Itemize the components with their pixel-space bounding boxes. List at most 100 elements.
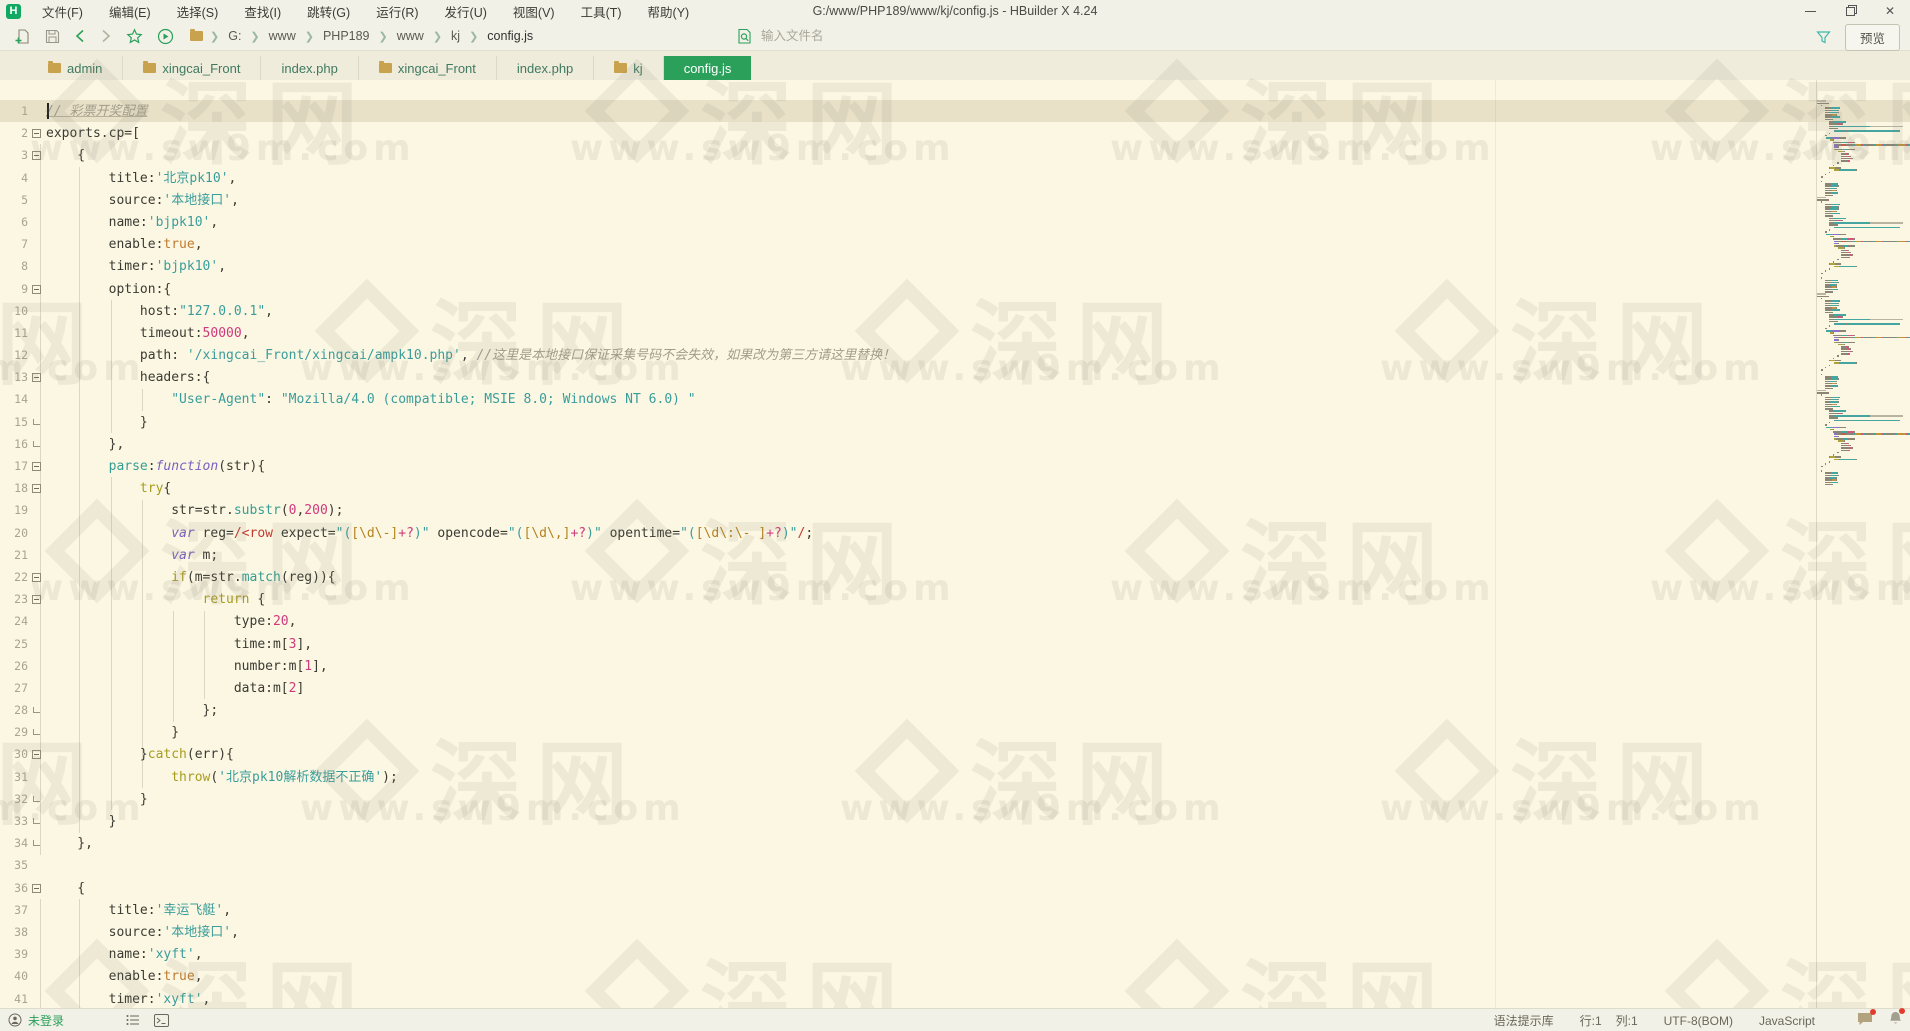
fold-gutter[interactable] <box>28 699 46 721</box>
code-line: 36 { <box>0 877 1910 899</box>
breadcrumb-item[interactable]: www <box>267 29 298 43</box>
tab-kj[interactable]: kj <box>594 56 663 80</box>
fold-gutter[interactable] <box>28 877 46 899</box>
line-number: 14 <box>0 388 28 410</box>
fold-open-icon[interactable] <box>32 595 41 604</box>
fold-open-icon[interactable] <box>32 750 41 759</box>
favorite-button[interactable] <box>126 26 143 46</box>
code-line: 35 <box>0 854 1910 876</box>
run-button[interactable] <box>157 26 174 46</box>
fold-gutter[interactable] <box>28 433 46 455</box>
fold-open-icon[interactable] <box>32 484 41 493</box>
tab-xingcai_Front[interactable]: xingcai_Front <box>359 56 497 80</box>
status-item[interactable]: 列:1 <box>1616 1014 1638 1028</box>
line-number: 20 <box>0 522 28 544</box>
code-line: 32 } <box>0 788 1910 810</box>
back-button[interactable] <box>74 26 86 46</box>
status-item[interactable]: JavaScript <box>1759 1014 1815 1028</box>
menu-item[interactable]: 跳转(G) <box>294 0 363 24</box>
menu-item[interactable]: 选择(S) <box>164 0 232 24</box>
fold-gutter[interactable] <box>28 477 46 499</box>
notification-dot <box>1899 1008 1905 1014</box>
fold-gutter[interactable] <box>28 810 46 832</box>
fold-open-icon[interactable] <box>32 884 41 893</box>
close-button[interactable]: ✕ <box>1870 0 1910 22</box>
notifications-button[interactable] <box>1889 1011 1902 1029</box>
fold-gutter <box>28 522 46 544</box>
account-button[interactable]: 未登录 <box>8 1012 64 1029</box>
line-number: 32 <box>0 788 28 810</box>
status-item[interactable]: 语法提示库 <box>1494 1014 1554 1028</box>
tab-admin[interactable]: admin <box>28 56 123 80</box>
login-status[interactable]: 未登录 <box>28 1012 64 1029</box>
fold-end-icon <box>33 840 40 846</box>
fold-gutter[interactable] <box>28 743 46 765</box>
fold-gutter <box>28 344 46 366</box>
feedback-button[interactable] <box>1857 1012 1873 1029</box>
fold-gutter[interactable] <box>28 788 46 810</box>
preview-button[interactable]: 预览 <box>1845 24 1900 51</box>
fold-open-icon[interactable] <box>32 151 41 160</box>
tab-index.php[interactable]: index.php <box>497 56 594 80</box>
fold-open-icon[interactable] <box>32 285 41 294</box>
maximize-button[interactable] <box>1830 0 1870 22</box>
code-line: 12 path: '/xingcai_Front/xingcai/ampk10.… <box>0 344 1910 366</box>
fold-gutter <box>28 921 46 943</box>
new-file-button[interactable] <box>14 26 31 46</box>
line-number: 18 <box>0 477 28 499</box>
fold-gutter[interactable] <box>28 411 46 433</box>
menu-item[interactable]: 帮助(Y) <box>635 0 703 24</box>
fold-open-icon[interactable] <box>32 573 41 582</box>
menu-item[interactable]: 工具(T) <box>568 0 635 24</box>
fold-gutter[interactable] <box>28 278 46 300</box>
outline-button[interactable] <box>126 1014 140 1026</box>
forward-icon <box>100 29 112 43</box>
line-number: 19 <box>0 499 28 521</box>
terminal-button[interactable] <box>154 1014 169 1027</box>
menu-item[interactable]: 查找(I) <box>231 0 294 24</box>
file-search[interactable] <box>737 25 911 47</box>
breadcrumb-item[interactable]: PHP189 <box>321 29 372 43</box>
save-icon <box>45 29 60 44</box>
breadcrumb-item[interactable]: config.js <box>485 29 535 43</box>
fold-gutter[interactable] <box>28 144 46 166</box>
breadcrumb-item[interactable]: kj <box>449 29 462 43</box>
menu-item[interactable]: 发行(U) <box>432 0 500 24</box>
fold-gutter[interactable] <box>28 721 46 743</box>
minimap[interactable] <box>1816 80 1910 1008</box>
fold-gutter[interactable] <box>28 122 46 144</box>
minimize-button[interactable] <box>1790 0 1830 22</box>
tab-xingcai_Front[interactable]: xingcai_Front <box>123 56 261 80</box>
fold-gutter[interactable] <box>28 832 46 854</box>
fold-open-icon[interactable] <box>32 462 41 471</box>
fold-gutter[interactable] <box>28 366 46 388</box>
breadcrumb-item[interactable]: G: <box>226 29 243 43</box>
fold-gutter[interactable] <box>28 455 46 477</box>
status-item[interactable]: UTF-8(BOM) <box>1664 1014 1733 1028</box>
status-item[interactable]: 行:1 <box>1580 1014 1602 1028</box>
code-line: 1// 彩票开奖配置 <box>0 100 1910 122</box>
code-line: 27 data:m[2] <box>0 677 1910 699</box>
fold-gutter[interactable] <box>28 588 46 610</box>
line-number: 17 <box>0 455 28 477</box>
fold-gutter <box>28 189 46 211</box>
fold-open-icon[interactable] <box>32 373 41 382</box>
menu-item[interactable]: 编辑(E) <box>96 0 164 24</box>
fold-gutter[interactable] <box>28 566 46 588</box>
minimap-line <box>1817 323 1910 325</box>
code-editor[interactable]: 1// 彩票开奖配置2exports.cp=[3 {4 title:'北京pk1… <box>0 80 1910 1008</box>
forward-button[interactable] <box>100 26 112 46</box>
menu-item[interactable]: 运行(R) <box>363 0 431 24</box>
save-button[interactable] <box>45 26 60 46</box>
breadcrumb-separator-icon: ❯ <box>372 30 395 43</box>
code-line: 41 timer:'xyft', <box>0 988 1910 1009</box>
tab-index.php[interactable]: index.php <box>261 56 358 80</box>
fold-gutter <box>28 610 46 632</box>
menu-item[interactable]: 文件(F) <box>29 0 96 24</box>
breadcrumb-item[interactable]: www <box>395 29 426 43</box>
menu-item[interactable]: 视图(V) <box>500 0 568 24</box>
search-input[interactable] <box>761 29 911 43</box>
tab-config.js[interactable]: config.js <box>664 56 752 80</box>
fold-open-icon[interactable] <box>32 129 41 138</box>
filter-icon[interactable] <box>1816 30 1831 45</box>
